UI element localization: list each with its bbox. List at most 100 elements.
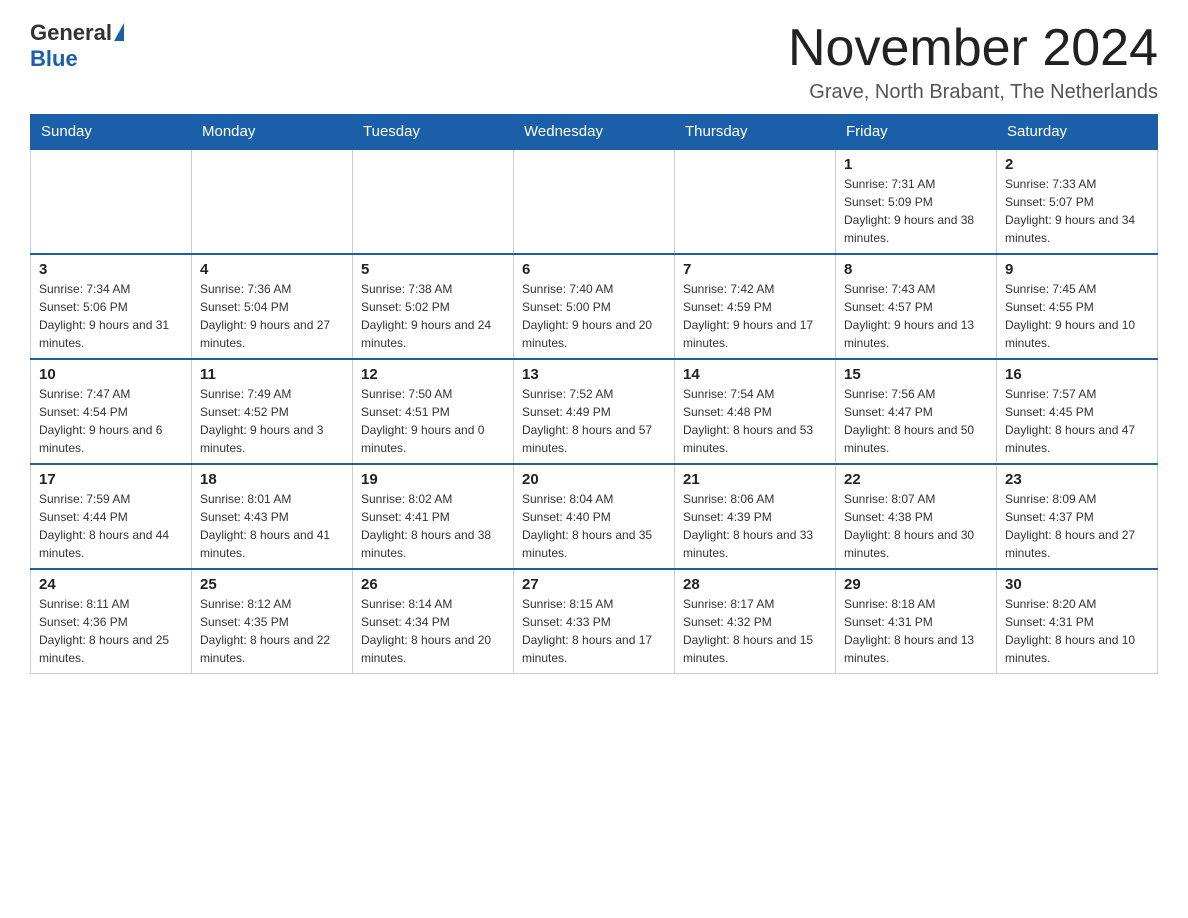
day-info-text: Daylight: 8 hours and 27 minutes. [1005, 526, 1149, 562]
calendar-cell: 30Sunrise: 8:20 AMSunset: 4:31 PMDayligh… [997, 569, 1158, 674]
title-section: November 2024 Grave, North Brabant, The … [788, 20, 1158, 104]
day-info-text: Sunrise: 8:15 AM [522, 595, 666, 613]
logo: General Blue [30, 20, 124, 72]
day-info-text: Sunset: 5:00 PM [522, 298, 666, 316]
calendar-cell: 16Sunrise: 7:57 AMSunset: 4:45 PMDayligh… [997, 359, 1158, 464]
day-number: 26 [361, 576, 505, 593]
day-info-text: Daylight: 8 hours and 53 minutes. [683, 421, 827, 457]
day-number: 14 [683, 366, 827, 383]
day-number: 17 [39, 471, 183, 488]
calendar-cell: 23Sunrise: 8:09 AMSunset: 4:37 PMDayligh… [997, 464, 1158, 569]
day-info-text: Sunset: 4:51 PM [361, 403, 505, 421]
day-info-text: Sunrise: 7:45 AM [1005, 280, 1149, 298]
day-info-text: Daylight: 8 hours and 15 minutes. [683, 631, 827, 667]
logo-general-text: General [30, 20, 112, 46]
calendar-cell: 7Sunrise: 7:42 AMSunset: 4:59 PMDaylight… [675, 254, 836, 359]
day-info-text: Sunset: 4:49 PM [522, 403, 666, 421]
calendar-table: SundayMondayTuesdayWednesdayThursdayFrid… [30, 114, 1158, 674]
calendar-cell: 1Sunrise: 7:31 AMSunset: 5:09 PMDaylight… [836, 149, 997, 254]
day-info-text: Sunrise: 8:07 AM [844, 490, 988, 508]
day-number: 21 [683, 471, 827, 488]
calendar-cell: 13 Sunrise: 7:52 AMSunset: 4:49 PMDayligh… [514, 359, 675, 464]
day-number: 12 [361, 366, 505, 383]
day-info-text: Daylight: 9 hours and 20 minutes. [522, 316, 666, 352]
day-info-text: Sunset: 4:32 PM [683, 613, 827, 631]
day-info-text: Daylight: 8 hours and 13 minutes. [844, 631, 988, 667]
calendar-cell: 14Sunrise: 7:54 AMSunset: 4:48 PMDayligh… [675, 359, 836, 464]
day-info-text: Sunset: 4:39 PM [683, 508, 827, 526]
day-info-text: Daylight: 8 hours and 47 minutes. [1005, 421, 1149, 457]
calendar-cell: 12Sunrise: 7:50 AMSunset: 4:51 PMDayligh… [353, 359, 514, 464]
calendar-header-wednesday: Wednesday [514, 115, 675, 150]
calendar-header-sunday: Sunday [31, 115, 192, 150]
day-info-text: Daylight: 9 hours and 13 minutes. [844, 316, 988, 352]
day-info-text: Sunrise: 7:47 AM [39, 385, 183, 403]
calendar-cell: 26 Sunrise: 8:14 AMSunset: 4:34 PMDayligh… [353, 569, 514, 674]
day-info-text: Sunset: 4:54 PM [39, 403, 183, 421]
day-info-text: Sunrise: 8:18 AM [844, 595, 988, 613]
day-number: 23 [1005, 471, 1149, 488]
calendar-cell: 20Sunrise: 8:04 AMSunset: 4:40 PMDayligh… [514, 464, 675, 569]
day-info-text: Sunrise: 8:01 AM [200, 490, 344, 508]
day-info-text: Sunset: 4:34 PM [361, 613, 505, 631]
calendar-cell: 4Sunrise: 7:36 AMSunset: 5:04 PMDaylight… [192, 254, 353, 359]
calendar-cell: 5Sunrise: 7:38 AMSunset: 5:02 PMDaylight… [353, 254, 514, 359]
calendar-cell: 6 Sunrise: 7:40 AMSunset: 5:00 PMDaylight… [514, 254, 675, 359]
day-number: 28 [683, 576, 827, 593]
day-number: 16 [1005, 366, 1149, 383]
day-number: 2 [1005, 156, 1149, 173]
day-info-text: Sunset: 4:33 PM [522, 613, 666, 631]
day-info-text: Sunrise: 8:14 AM [361, 595, 505, 613]
day-info-text: Sunrise: 7:52 AM [522, 385, 666, 403]
calendar-header-monday: Monday [192, 115, 353, 150]
day-info-text: Daylight: 9 hours and 17 minutes. [683, 316, 827, 352]
day-info-text: Sunset: 4:59 PM [683, 298, 827, 316]
day-number: 3 [39, 261, 183, 278]
day-info-text: Sunrise: 7:31 AM [844, 175, 988, 193]
day-number: 6 [522, 261, 666, 278]
calendar-cell: 28Sunrise: 8:17 AMSunset: 4:32 PMDayligh… [675, 569, 836, 674]
calendar-cell: 24Sunrise: 8:11 AMSunset: 4:36 PMDayligh… [31, 569, 192, 674]
calendar-cell: 10Sunrise: 7:47 AMSunset: 4:54 PMDayligh… [31, 359, 192, 464]
logo-triangle-icon [114, 23, 124, 41]
calendar-cell: 29Sunrise: 8:18 AMSunset: 4:31 PMDayligh… [836, 569, 997, 674]
day-info-text: Sunrise: 7:49 AM [200, 385, 344, 403]
calendar-cell [353, 149, 514, 254]
calendar-cell: 2Sunrise: 7:33 AMSunset: 5:07 PMDaylight… [997, 149, 1158, 254]
day-info-text: Sunset: 4:55 PM [1005, 298, 1149, 316]
calendar-header-saturday: Saturday [997, 115, 1158, 150]
day-info-text: Sunset: 4:41 PM [361, 508, 505, 526]
page-header: General Blue November 2024 Grave, North … [30, 20, 1158, 104]
day-number: 13 [522, 366, 666, 383]
day-info-text: Daylight: 9 hours and 3 minutes. [200, 421, 344, 457]
day-info-text: Sunset: 5:09 PM [844, 193, 988, 211]
day-info-text: Sunrise: 8:12 AM [200, 595, 344, 613]
day-info-text: Sunrise: 7:36 AM [200, 280, 344, 298]
day-info-text: Sunrise: 8:11 AM [39, 595, 183, 613]
day-info-text: Sunrise: 8:06 AM [683, 490, 827, 508]
day-info-text: Daylight: 8 hours and 57 minutes. [522, 421, 666, 457]
day-info-text: Sunset: 4:36 PM [39, 613, 183, 631]
calendar-cell: 18Sunrise: 8:01 AMSunset: 4:43 PMDayligh… [192, 464, 353, 569]
day-info-text: Sunrise: 7:40 AM [522, 280, 666, 298]
day-number: 11 [200, 366, 344, 383]
day-number: 9 [1005, 261, 1149, 278]
day-info-text: Sunset: 4:38 PM [844, 508, 988, 526]
calendar-cell: 27Sunrise: 8:15 AMSunset: 4:33 PMDayligh… [514, 569, 675, 674]
day-info-text: Sunrise: 7:42 AM [683, 280, 827, 298]
logo-blue-part [112, 23, 124, 43]
calendar-cell: 25Sunrise: 8:12 AMSunset: 4:35 PMDayligh… [192, 569, 353, 674]
day-info-text: Daylight: 8 hours and 35 minutes. [522, 526, 666, 562]
calendar-cell: 9Sunrise: 7:45 AMSunset: 4:55 PMDaylight… [997, 254, 1158, 359]
calendar-cell: 21Sunrise: 8:06 AMSunset: 4:39 PMDayligh… [675, 464, 836, 569]
day-info-text: Sunset: 4:44 PM [39, 508, 183, 526]
day-info-text: Daylight: 8 hours and 10 minutes. [1005, 631, 1149, 667]
calendar-cell: 11Sunrise: 7:49 AMSunset: 4:52 PMDayligh… [192, 359, 353, 464]
calendar-cell [675, 149, 836, 254]
calendar-header-row: SundayMondayTuesdayWednesdayThursdayFrid… [31, 115, 1158, 150]
day-number: 29 [844, 576, 988, 593]
day-info-text: Sunrise: 7:54 AM [683, 385, 827, 403]
day-info-text: Daylight: 8 hours and 20 minutes. [361, 631, 505, 667]
calendar-cell: 8Sunrise: 7:43 AMSunset: 4:57 PMDaylight… [836, 254, 997, 359]
day-info-text: Daylight: 8 hours and 17 minutes. [522, 631, 666, 667]
